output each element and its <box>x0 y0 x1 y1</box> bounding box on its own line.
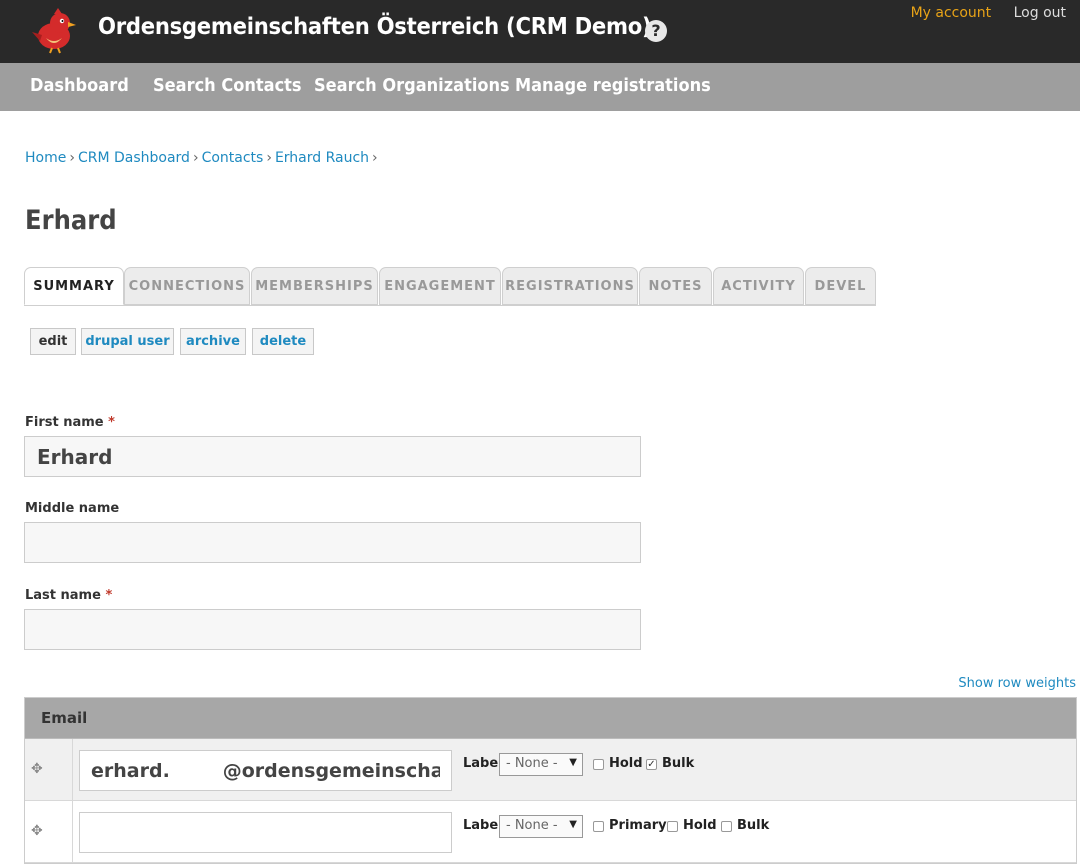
email-table: Email ✥ Label - None - ▼ Hold ✓ Bulk ✥ L… <box>24 697 1077 864</box>
bird-logo-icon[interactable] <box>28 8 78 54</box>
first-name-input[interactable] <box>24 436 641 477</box>
last-name-label: Last name * <box>25 588 112 603</box>
tab-devel[interactable]: DEVEL <box>805 267 876 305</box>
label-select-value: - None - <box>506 818 558 833</box>
tabs-divider <box>24 305 876 306</box>
label-select[interactable]: - None - ▼ <box>499 753 583 776</box>
log-out-link[interactable]: Log out <box>1014 5 1066 21</box>
tab-engagement[interactable]: ENGAGEMENT <box>379 267 501 305</box>
email-table-header: Email <box>25 698 1076 739</box>
nav-search-contacts[interactable]: Search Contacts <box>153 75 302 96</box>
tab-activity[interactable]: ACTIVITY <box>713 267 804 305</box>
breadcrumb: Home › CRM Dashboard › Contacts › Erhard Rauch… <box>25 150 381 166</box>
bulk-label: Bulk <box>662 756 695 771</box>
label-select-value: - None - <box>506 756 558 771</box>
delete-button[interactable]: delete <box>252 328 314 355</box>
site-title[interactable]: Ordensgemeinschaften Österreich (CRM Dem… <box>98 14 652 40</box>
breadcrumb-crm-dashboard[interactable]: CRM Dashboard <box>78 150 190 166</box>
breadcrumb-contact[interactable]: Erhard Rauch <box>275 150 369 166</box>
middle-name-label: Middle name <box>25 501 120 516</box>
tab-summary[interactable]: SUMMARY <box>24 267 124 305</box>
label-select[interactable]: - None - ▼ <box>499 815 583 838</box>
breadcrumb-contacts[interactable]: Contacts <box>202 150 264 166</box>
breadcrumb-separator: › <box>69 150 75 166</box>
label-text: Label <box>463 756 503 771</box>
first-name-label: First name * <box>25 415 115 430</box>
help-icon[interactable]: ? <box>645 20 667 42</box>
tab-registrations[interactable]: REGISTRATIONS <box>502 267 638 305</box>
edit-button[interactable]: edit <box>30 328 76 355</box>
breadcrumb-home[interactable]: Home <box>25 150 66 166</box>
nav-manage-registrations[interactable]: Manage registrations <box>515 75 711 96</box>
bulk-label: Bulk <box>737 818 770 833</box>
table-row: ✥ Label - None - ▼ Hold ✓ Bulk <box>25 739 1076 801</box>
required-mark: * <box>105 588 113 603</box>
breadcrumb-separator: › <box>192 150 199 166</box>
archive-button[interactable]: archive <box>180 328 246 355</box>
breadcrumb-separator: › <box>266 150 272 166</box>
primary-checkbox[interactable] <box>593 821 604 832</box>
user-links: My account Log out <box>893 5 1066 21</box>
tab-notes[interactable]: NOTES <box>639 267 712 305</box>
bulk-checkbox[interactable] <box>721 821 732 832</box>
drupal-user-button[interactable]: drupal user <box>81 328 174 355</box>
required-mark: * <box>108 415 115 430</box>
tab-connections[interactable]: CONNECTIONS <box>124 267 250 305</box>
first-name-label-text: First name <box>25 415 104 430</box>
drag-handle-icon[interactable]: ✥ <box>31 823 43 839</box>
nav-dashboard[interactable]: Dashboard <box>30 75 129 96</box>
select-arrow-icon: ▼ <box>569 757 577 768</box>
select-arrow-icon: ▼ <box>569 819 577 830</box>
email-input[interactable] <box>79 812 452 853</box>
main-nav: Dashboard Search Contacts Search Organiz… <box>0 63 1080 111</box>
hold-checkbox[interactable] <box>593 759 604 770</box>
my-account-link[interactable]: My account <box>911 5 992 21</box>
tab-memberships[interactable]: MEMBERSHIPS <box>251 267 378 305</box>
label-text: Label <box>463 818 503 833</box>
page-title: Erhard <box>25 205 117 236</box>
last-name-label-text: Last name <box>25 588 101 603</box>
drag-cell: ✥ <box>25 801 73 862</box>
last-name-input[interactable] <box>24 609 641 650</box>
hold-checkbox[interactable] <box>667 821 678 832</box>
bulk-checkbox[interactable]: ✓ <box>646 759 657 770</box>
nav-search-organizations[interactable]: Search Organizations <box>314 75 510 96</box>
table-row: ✥ Label - None - ▼ Primary Hold Bulk <box>25 801 1076 863</box>
show-row-weights-link[interactable]: Show row weights <box>958 676 1076 691</box>
primary-label: Primary <box>609 818 667 833</box>
middle-name-input[interactable] <box>24 522 641 563</box>
email-input[interactable] <box>79 750 452 791</box>
breadcrumb-separator: › <box>372 150 378 166</box>
site-header: Ordensgemeinschaften Österreich (CRM Dem… <box>0 0 1080 63</box>
drag-handle-icon[interactable]: ✥ <box>31 761 43 777</box>
hold-label: Hold <box>609 756 643 771</box>
hold-label: Hold <box>683 818 717 833</box>
drag-cell: ✥ <box>25 739 73 800</box>
